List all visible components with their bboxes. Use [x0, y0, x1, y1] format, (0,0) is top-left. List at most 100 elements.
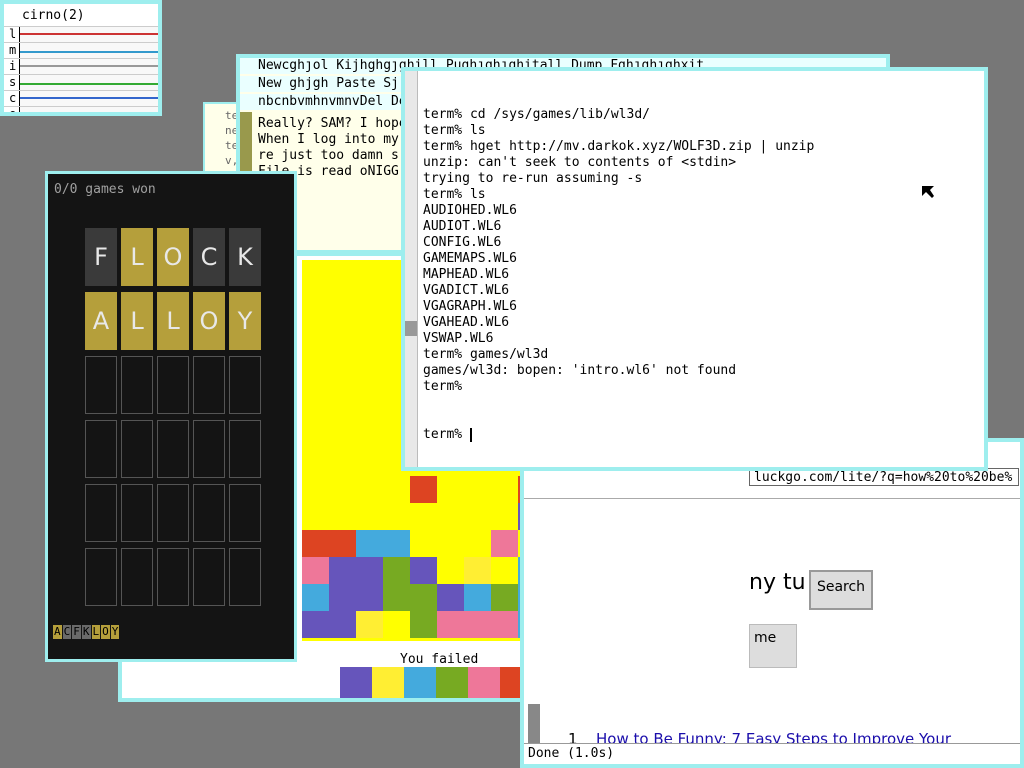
- terminal-line: GAMEMAPS.WL6: [423, 251, 517, 266]
- acme-column-tag-text[interactable]: New ghjgh Paste Sj: [258, 76, 399, 91]
- wordle-tile: O: [193, 292, 225, 350]
- terminal-prompt-line[interactable]: term%: [423, 427, 814, 443]
- tetris-block: [410, 611, 437, 638]
- acme-text-line[interactable]: Really? SAM? I hope: [258, 116, 407, 132]
- wordle-tile: [85, 548, 117, 606]
- acme-window-tag-text[interactable]: nbcnbvmhnvmnvDel De: [258, 94, 407, 109]
- tetris-block: [329, 530, 356, 557]
- terminal-line: term% hget http://mv.darkok.xyz/WOLF3D.z…: [423, 139, 815, 154]
- used-letters: ACFKLOY: [53, 625, 120, 639]
- terminal-line: AUDIOHED.WL6: [423, 203, 517, 218]
- wordle-tile: O: [157, 228, 189, 286]
- tetris-block: [410, 557, 437, 584]
- stats-graph: [19, 27, 158, 42]
- terminal-line: CONFIG.WL6: [423, 235, 502, 250]
- stats-row-label: c: [9, 91, 17, 105]
- stats-row: c: [4, 90, 158, 106]
- tetris-block: [383, 530, 410, 557]
- wordle-tile: F: [85, 228, 117, 286]
- stats-row: s: [4, 74, 158, 90]
- stats-graph: [19, 59, 158, 74]
- wordle-tile: Y: [229, 292, 261, 350]
- tetris-block: [383, 557, 410, 584]
- games-won-counter: 0/0 games won: [54, 182, 156, 197]
- wordle-tile: [157, 420, 189, 478]
- terminal-line: VGAGRAPH.WL6: [423, 299, 517, 314]
- search-query-text[interactable]: ny tu: [749, 570, 806, 595]
- used-letter: C: [62, 625, 72, 639]
- stats-window[interactable]: cirno(2) lmisce: [0, 0, 162, 116]
- wordle-tile: [85, 484, 117, 542]
- tetris-block: [302, 530, 329, 557]
- tetris-block: [329, 611, 356, 638]
- terminal-line: AUDIOT.WL6: [423, 219, 502, 234]
- wordle-tile: [121, 484, 153, 542]
- wordle-tile: [193, 356, 225, 414]
- wordle-tile: L: [157, 292, 189, 350]
- wordle-tile: [229, 484, 261, 542]
- acme-text-line[interactable]: When I log into my: [258, 132, 407, 148]
- acme-text-line[interactable]: re just too damn s: [258, 148, 407, 164]
- terminal-line: VGAHEAD.WL6: [423, 315, 510, 330]
- stats-row-label: l: [9, 27, 17, 41]
- tetris-block: [356, 557, 383, 584]
- tetris-block: [356, 530, 383, 557]
- used-letter: O: [101, 625, 110, 639]
- wordle-tile: L: [121, 292, 153, 350]
- palette-swatch: [404, 667, 436, 698]
- terminal-output[interactable]: term% cd /sys/games/lib/wl3d/term% ls ter…: [423, 75, 815, 467]
- stats-graphs: lmisce: [4, 26, 158, 116]
- palette-swatch: [340, 667, 372, 698]
- tetris-block: [356, 584, 383, 611]
- wordle-tile: [193, 484, 225, 542]
- wordle-tile: [193, 548, 225, 606]
- terminal-line: VGADICT.WL6: [423, 283, 510, 298]
- tetris-block: [437, 584, 464, 611]
- stats-title: cirno(2): [22, 8, 85, 23]
- terminal-line: term% ls: [423, 187, 486, 202]
- tetris-block: [410, 584, 437, 611]
- home-button[interactable]: me: [749, 624, 797, 668]
- tetris-block: [329, 584, 356, 611]
- tetris-block: [302, 584, 329, 611]
- wordle-tile: K: [229, 228, 261, 286]
- stats-graph: [19, 43, 158, 58]
- scrollbar-thumb[interactable]: [405, 321, 417, 336]
- color-palette: [340, 667, 532, 698]
- stats-row: i: [4, 58, 158, 74]
- terminal-scrollbar[interactable]: [405, 71, 418, 467]
- wordle-tile: [85, 356, 117, 414]
- stats-row: l: [4, 26, 158, 42]
- tetris-block: [410, 476, 437, 503]
- tetris-block: [464, 611, 491, 638]
- browser-scrollbar[interactable]: [528, 704, 540, 744]
- mouse-pointer-icon: [922, 186, 934, 198]
- palette-swatch: [468, 667, 500, 698]
- status-bar: Done (1.0s): [524, 743, 1020, 764]
- terminal-line: term% games/wl3d: [423, 347, 549, 362]
- tetris-block: [383, 584, 410, 611]
- text-cursor: [469, 427, 472, 442]
- palette-swatch: [372, 667, 404, 698]
- terminal-line: VSWAP.WL6: [423, 331, 494, 346]
- wordle-window[interactable]: 0/0 games won FLOCKALLOY ACFKLOY: [45, 171, 297, 662]
- tetris-block: [437, 611, 464, 638]
- search-button[interactable]: Search: [809, 570, 873, 610]
- used-letter: K: [81, 625, 91, 639]
- palette-swatch: [436, 667, 468, 698]
- used-letter: L: [91, 625, 101, 639]
- used-letter: A: [53, 625, 62, 639]
- browser-window[interactable]: luckgo.com/lite/?q=how%20to%20be% ny tu …: [520, 438, 1024, 768]
- stats-row-label: m: [9, 43, 17, 57]
- wordle-tile: L: [121, 228, 153, 286]
- stats-row-label: e: [9, 107, 17, 116]
- prompt: term%: [423, 427, 470, 442]
- wordle-tile: C: [193, 228, 225, 286]
- terminal-window[interactable]: term% cd /sys/games/lib/wl3d/term% ls ter…: [401, 67, 988, 471]
- wordle-tile: [121, 548, 153, 606]
- terminal-line: games/wl3d: bopen: 'intro.wl6' not found: [423, 363, 737, 378]
- wordle-tile: [193, 420, 225, 478]
- terminal-line: unzip: can't seek to contents of <stdin>: [423, 155, 737, 170]
- stats-graph: [19, 91, 158, 106]
- terminal-line: term% cd /sys/games/lib/wl3d/: [423, 107, 650, 122]
